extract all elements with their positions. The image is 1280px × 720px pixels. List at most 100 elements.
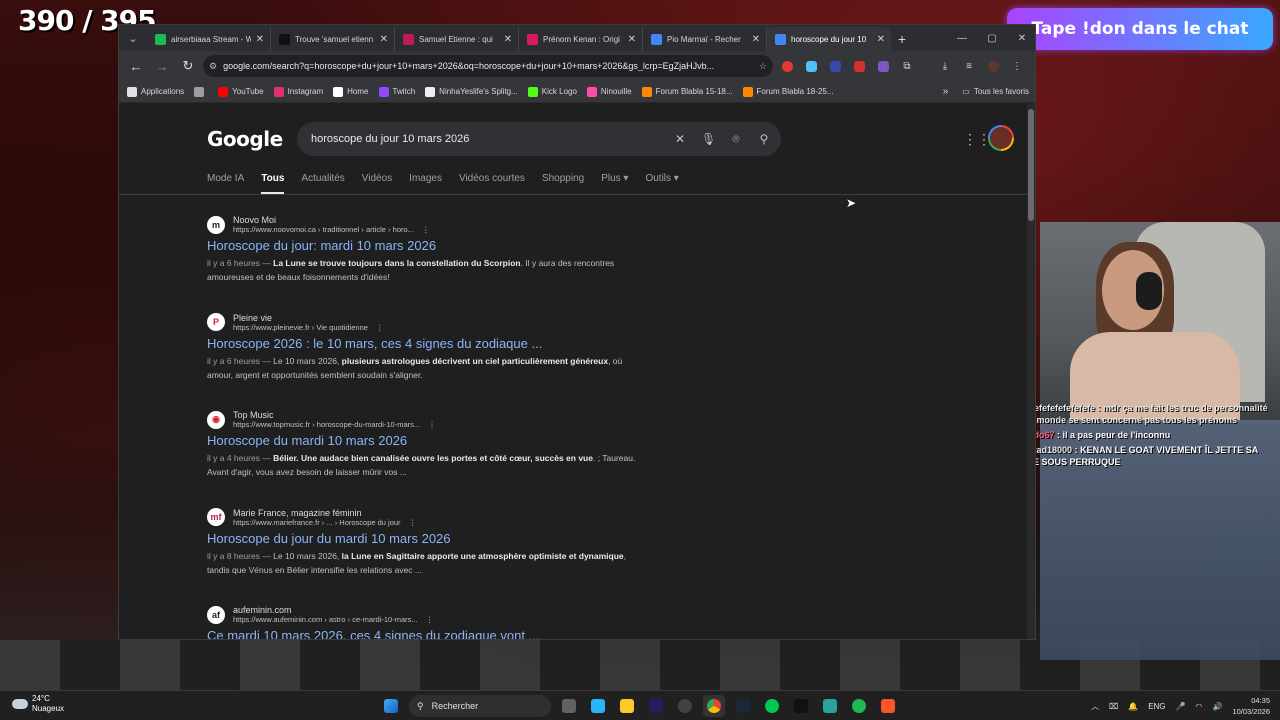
taskbar-search[interactable]: ⚲ Rechercher bbox=[409, 695, 551, 717]
browser-tab[interactable]: Prénom Kenan : Origi ✕ bbox=[519, 27, 643, 51]
bookmark-item[interactable]: Ninouille bbox=[586, 86, 632, 97]
result-source[interactable]: m Noovo Moi https://www.noovomoi.ca › trad… bbox=[207, 215, 637, 234]
extension-lastpass-icon[interactable] bbox=[849, 56, 869, 76]
tab-search-icon[interactable]: ⌄ bbox=[119, 25, 147, 51]
language-indicator[interactable]: ENG bbox=[1148, 702, 1165, 711]
result-menu-icon[interactable]: ⋮ bbox=[376, 323, 384, 332]
tab-close-icon[interactable]: ✕ bbox=[752, 34, 760, 45]
bookmark-item[interactable]: NinhaYeslife's Splitg... bbox=[425, 86, 518, 97]
result-source[interactable]: af aufeminin.com https://www.aufeminin.com… bbox=[207, 605, 637, 624]
profile-avatar[interactable] bbox=[983, 56, 1003, 76]
tray-chevron-icon[interactable]: ︿ bbox=[1091, 701, 1099, 712]
tab-close-icon[interactable]: ✕ bbox=[504, 34, 512, 45]
search-tab[interactable]: Mode IA bbox=[207, 173, 244, 195]
search-tab[interactable]: Images bbox=[409, 173, 442, 195]
folder-icon[interactable] bbox=[616, 695, 638, 717]
minimize-icon[interactable]: — bbox=[947, 25, 977, 51]
bookmarks-more-icon[interactable]: » bbox=[943, 86, 949, 97]
result-menu-icon[interactable]: ⋮ bbox=[422, 225, 430, 234]
microphone-icon[interactable]: 🎙 bbox=[701, 132, 716, 146]
chrome-icon[interactable] bbox=[703, 695, 725, 717]
maximize-icon[interactable]: ▢ bbox=[977, 25, 1007, 51]
result-menu-icon[interactable]: ⋮ bbox=[428, 420, 436, 429]
search-tab[interactable]: Tous bbox=[261, 173, 285, 195]
bookmark-item[interactable]: Home bbox=[333, 86, 369, 97]
tab-close-icon[interactable]: ✕ bbox=[877, 34, 885, 45]
result-menu-icon[interactable]: ⋮ bbox=[409, 518, 417, 527]
menu-icon[interactable]: ⋮ bbox=[1007, 56, 1027, 76]
network-off-icon[interactable]: ⌧ bbox=[1109, 702, 1118, 711]
steam-icon[interactable] bbox=[732, 695, 754, 717]
search-tab[interactable]: Vidéos courtes bbox=[459, 173, 525, 195]
apps-grid-icon[interactable]: ⋮⋮ bbox=[963, 131, 991, 148]
account-avatar[interactable] bbox=[988, 125, 1014, 151]
extensions-puzzle-icon[interactable]: ⧉ bbox=[897, 56, 917, 76]
site-info-icon[interactable]: ⚙ bbox=[209, 61, 217, 72]
search-tab[interactable]: Outils ▾ bbox=[645, 173, 678, 195]
browser-tab[interactable]: horoscope du jour 10 ✕ bbox=[767, 27, 891, 51]
bookmark-item[interactable]: Applications bbox=[127, 86, 184, 97]
google-logo[interactable]: Google bbox=[207, 127, 283, 151]
address-bar[interactable]: ⚙ google.com/search?q=horoscope+du+jour+… bbox=[203, 55, 773, 77]
close-icon[interactable]: ✕ bbox=[1007, 25, 1035, 51]
tab-close-icon[interactable]: ✕ bbox=[380, 34, 388, 45]
result-title-link[interactable]: Horoscope du jour: mardi 10 mars 2026 bbox=[207, 238, 637, 253]
bookmark-item[interactable]: Instagram bbox=[273, 86, 323, 97]
bookmark-item[interactable] bbox=[194, 86, 208, 97]
result-source[interactable]: P Pleine vie https://www.pleinevie.fr › Vi… bbox=[207, 313, 637, 332]
bookmark-item[interactable]: Twitch bbox=[378, 86, 415, 97]
app-green-icon[interactable] bbox=[761, 695, 783, 717]
result-title-link[interactable]: Ce mardi 10 mars 2026, ces 4 signes du z… bbox=[207, 628, 637, 639]
wifi-icon[interactable]: ◠ bbox=[1196, 702, 1203, 711]
back-icon[interactable]: ← bbox=[125, 55, 147, 77]
extension-square-icon[interactable] bbox=[825, 56, 845, 76]
result-title-link[interactable]: Horoscope du mardi 10 mars 2026 bbox=[207, 433, 637, 448]
lens-icon[interactable]: ⌾ bbox=[729, 132, 743, 147]
download-icon[interactable]: ⤓ bbox=[935, 56, 955, 76]
result-source[interactable]: ◉ Top Music https://www.topmusic.fr › horo… bbox=[207, 410, 637, 429]
search-box[interactable]: horoscope du jour 10 mars 2026 ✕ 🎙 ⌾ ⚲ bbox=[297, 122, 781, 156]
scrollbar-thumb[interactable] bbox=[1028, 109, 1034, 221]
weather-widget[interactable]: 24°C Nuageux bbox=[12, 694, 64, 714]
result-menu-icon[interactable]: ⋮ bbox=[426, 615, 434, 624]
tab-close-icon[interactable]: ✕ bbox=[256, 34, 264, 45]
spotify-icon[interactable] bbox=[848, 695, 870, 717]
obs-icon[interactable] bbox=[674, 695, 696, 717]
app-teal-icon[interactable] bbox=[819, 695, 841, 717]
bell-icon[interactable]: 🔔 bbox=[1128, 702, 1138, 711]
forward-icon[interactable]: → bbox=[151, 55, 173, 77]
result-source[interactable]: mf Marie France, magazine féminin https://… bbox=[207, 508, 637, 527]
clear-icon[interactable]: ✕ bbox=[673, 132, 687, 146]
start-icon[interactable] bbox=[380, 695, 402, 717]
extension-opera-icon[interactable] bbox=[777, 56, 797, 76]
volume-icon[interactable]: 🔊 bbox=[1212, 702, 1222, 711]
search-query[interactable]: horoscope du jour 10 mars 2026 bbox=[311, 133, 659, 145]
result-title-link[interactable]: Horoscope 2026 : le 10 mars, ces 4 signe… bbox=[207, 336, 637, 351]
media-icon[interactable]: ≡ bbox=[959, 56, 979, 76]
scrollbar[interactable] bbox=[1027, 103, 1035, 639]
tab-close-icon[interactable]: ✕ bbox=[628, 34, 636, 45]
browser-tab[interactable]: Pio Marmaï - Recher ✕ bbox=[643, 27, 767, 51]
all-favorites[interactable]: ▭ Tous les favoris bbox=[962, 87, 1029, 96]
store-icon[interactable] bbox=[587, 695, 609, 717]
reload-icon[interactable]: ↻ bbox=[177, 55, 199, 77]
bookmark-item[interactable]: Forum Blabla 18-25... bbox=[742, 86, 833, 97]
extension-shield-icon[interactable] bbox=[873, 56, 893, 76]
bookmark-item[interactable]: YouTube bbox=[218, 86, 264, 97]
new-tab-button[interactable]: + bbox=[891, 27, 913, 51]
tiktok-icon[interactable] bbox=[790, 695, 812, 717]
search-tab[interactable]: Vidéos bbox=[362, 173, 392, 195]
bookmark-star-icon[interactable]: ☆ bbox=[759, 61, 767, 72]
search-icon[interactable]: ⚲ bbox=[757, 132, 771, 146]
extension-audio-icon[interactable] bbox=[801, 56, 821, 76]
result-title-link[interactable]: Horoscope du jour du mardi 10 mars 2026 bbox=[207, 531, 637, 546]
bookmark-item[interactable]: Forum Blabla 15-18... bbox=[641, 86, 733, 97]
task-view-icon[interactable] bbox=[558, 695, 580, 717]
mic-icon[interactable]: 🎤 bbox=[1176, 702, 1186, 711]
browser-tab[interactable]: Samuel Etienne : qui ✕ bbox=[395, 27, 519, 51]
search-tab[interactable]: Plus ▾ bbox=[601, 173, 628, 195]
browser-tab[interactable]: airserbiaaa Stream - W ✕ bbox=[147, 27, 271, 51]
brave-icon[interactable] bbox=[877, 695, 899, 717]
bookmark-item[interactable]: Kick Logo bbox=[527, 86, 577, 97]
search-tab[interactable]: Shopping bbox=[542, 173, 584, 195]
